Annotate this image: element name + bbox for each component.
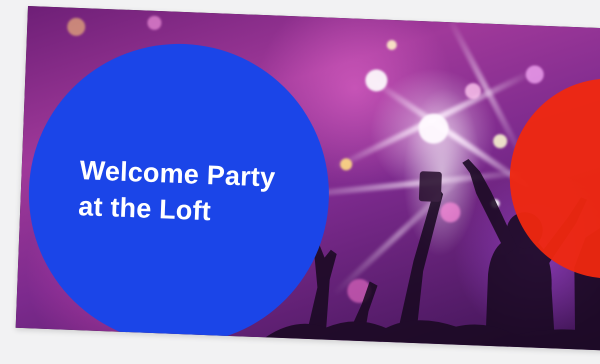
event-title-line-2: at the Loft (77, 191, 212, 227)
event-title: Welcome Party at the Loft (78, 152, 276, 231)
promo-scene: Welcome Party at the Loft (0, 0, 600, 364)
event-banner-card: Welcome Party at the Loft (15, 6, 600, 351)
